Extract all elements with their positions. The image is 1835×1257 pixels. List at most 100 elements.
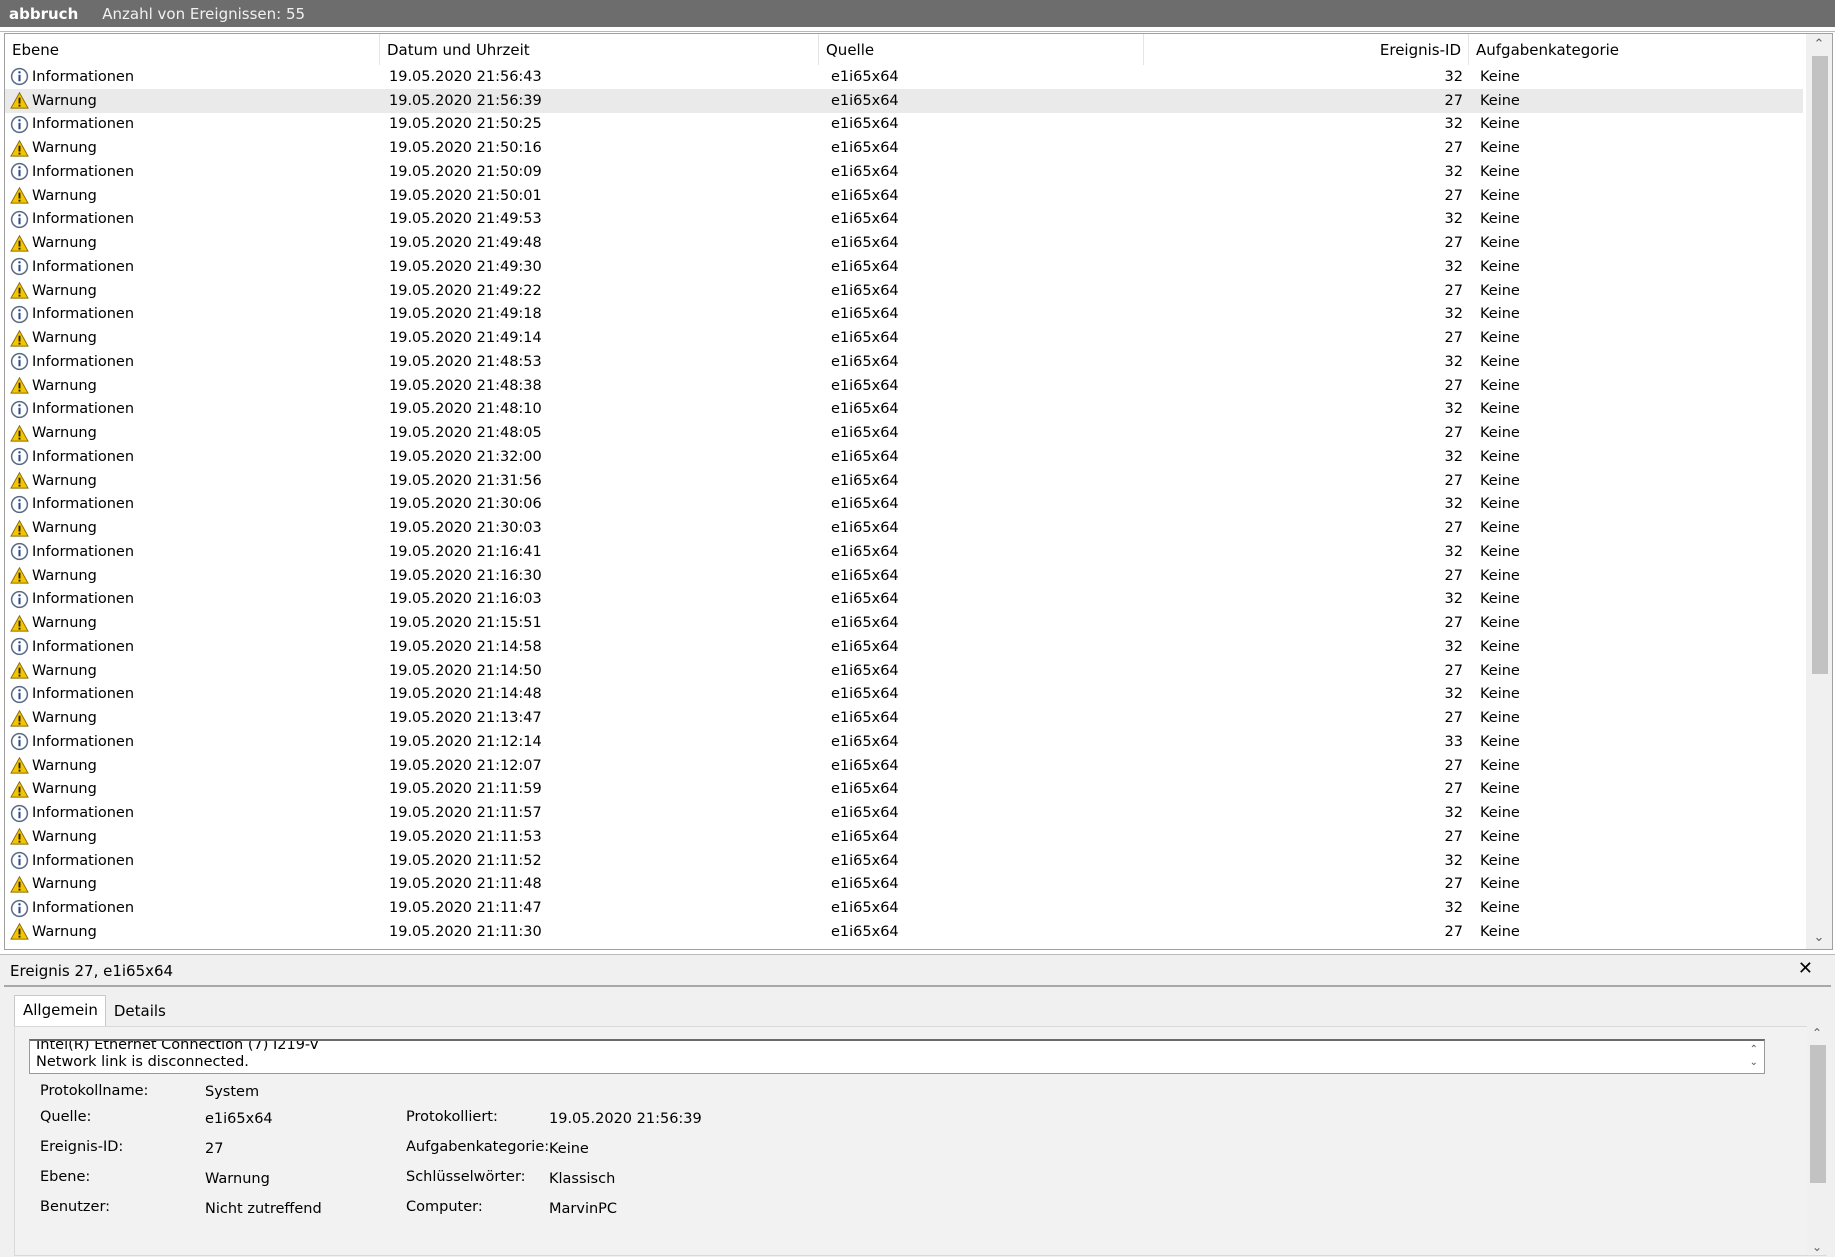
event-message-box[interactable]: Intel(R) Ethernet Connection (7) I219-V …	[29, 1039, 1765, 1074]
message-scroll-icon[interactable]: ⌃ ⌄	[1750, 1043, 1758, 1069]
cell-event-id: 27	[1444, 472, 1463, 489]
info-icon	[10, 851, 29, 870]
value-logged[interactable]: 19.05.2020 21:56:39	[549, 1111, 702, 1127]
column-header-task-category[interactable]: Aufgabenkategorie	[1469, 34, 1803, 65]
table-row[interactable]: Warnung 19.05.2020 21:49:22 e1i65x64 27 Kein…	[5, 279, 1803, 303]
cell-event-id: 32	[1444, 306, 1463, 323]
scroll-up-icon[interactable]: ⌃	[1806, 34, 1832, 56]
list-scrollbar-thumb[interactable]	[1812, 56, 1828, 674]
column-header-event-id[interactable]: Ereignis-ID	[1144, 34, 1469, 65]
table-row[interactable]: Informationen 19.05.2020 21:12:14 e1i65x64…	[5, 730, 1803, 754]
info-icon	[10, 210, 29, 229]
cell-source: e1i65x64	[831, 401, 899, 418]
level-label: Informationen	[32, 116, 135, 133]
table-row[interactable]: Warnung 19.05.2020 21:13:47 e1i65x64 27 Kein…	[5, 706, 1803, 730]
table-row[interactable]: Informationen 19.05.2020 21:30:06 e1i65x64…	[5, 493, 1803, 517]
info-icon	[10, 305, 29, 324]
cell-task-category: Keine	[1480, 662, 1520, 679]
level-label: Informationen	[32, 211, 135, 228]
cell-level: Informationen	[5, 115, 380, 134]
value-source[interactable]: e1i65x64	[205, 1111, 273, 1127]
warning-icon	[10, 875, 29, 894]
value-level[interactable]: Warnung	[205, 1171, 270, 1187]
table-row[interactable]: Informationen 19.05.2020 21:11:52 e1i65x64…	[5, 849, 1803, 873]
info-icon	[10, 732, 29, 751]
cell-date: 19.05.2020 21:14:50	[389, 662, 542, 679]
table-row[interactable]: Warnung 19.05.2020 21:48:05 e1i65x64 27 Kein…	[5, 421, 1803, 445]
warning-icon	[10, 661, 29, 680]
tab-general[interactable]: Allgemein	[14, 995, 106, 1029]
table-row[interactable]: Informationen 19.05.2020 21:14:48 e1i65x64…	[5, 683, 1803, 707]
table-row[interactable]: Informationen 19.05.2020 21:11:47 e1i65x64…	[5, 896, 1803, 920]
table-row[interactable]: Informationen 19.05.2020 21:50:25 e1i65x64…	[5, 113, 1803, 137]
details-scrollbar-thumb[interactable]	[1810, 1045, 1826, 1183]
cell-level: Warnung	[5, 281, 380, 300]
table-row[interactable]: Warnung 19.05.2020 21:50:01 e1i65x64 27 Kein…	[5, 184, 1803, 208]
cell-date: 19.05.2020 21:50:01	[389, 187, 542, 204]
scroll-down-icon[interactable]: ⌄	[1806, 927, 1832, 949]
table-row[interactable]: Warnung 19.05.2020 21:12:07 e1i65x64 27 Kein…	[5, 754, 1803, 778]
value-keywords[interactable]: Klassisch	[549, 1171, 615, 1187]
log-title: abbruch	[9, 4, 79, 23]
cell-level: Warnung	[5, 566, 380, 585]
table-row[interactable]: Informationen 19.05.2020 21:49:53 e1i65x64…	[5, 208, 1803, 232]
table-row[interactable]: Informationen 19.05.2020 21:14:58 e1i65x64…	[5, 635, 1803, 659]
value-user[interactable]: Nicht zutreffend	[205, 1201, 322, 1217]
table-row[interactable]: Warnung 19.05.2020 21:49:14 e1i65x64 27 Kein…	[5, 326, 1803, 350]
table-row[interactable]: Warnung 19.05.2020 21:11:48 e1i65x64 27 Kein…	[5, 873, 1803, 897]
cell-task-category: Keine	[1480, 425, 1520, 442]
cell-source: e1i65x64	[831, 92, 899, 109]
table-row[interactable]: Warnung 19.05.2020 21:50:16 e1i65x64 27 Kein…	[5, 136, 1803, 160]
warning-icon	[10, 329, 29, 348]
table-row[interactable]: Warnung 19.05.2020 21:11:30 e1i65x64 27 Kein…	[5, 920, 1803, 944]
level-label: Informationen	[32, 591, 135, 608]
scroll-down-icon[interactable]: ⌄	[1807, 1240, 1827, 1254]
tab-details[interactable]: Details	[106, 997, 173, 1026]
table-row[interactable]: Warnung 19.05.2020 21:30:03 e1i65x64 27 Kein…	[5, 516, 1803, 540]
event-list[interactable]: Ebene Datum und Uhrzeit Quelle Ereignis-…	[4, 33, 1833, 950]
column-header-source[interactable]: Quelle	[819, 34, 1144, 65]
title-bar: abbruch Anzahl von Ereignissen: 55	[0, 0, 1835, 27]
table-row[interactable]: Warnung 19.05.2020 21:11:53 e1i65x64 27 Kein…	[5, 825, 1803, 849]
value-log-name[interactable]: System	[205, 1084, 259, 1100]
table-row[interactable]: Warnung 19.05.2020 21:31:56 e1i65x64 27 Kein…	[5, 469, 1803, 493]
close-icon[interactable]: ✕	[1798, 958, 1813, 979]
cell-level: Warnung	[5, 614, 380, 633]
table-row[interactable]: Warnung 19.05.2020 21:56:39 e1i65x64 27 Kein…	[5, 88, 1803, 113]
info-icon	[10, 590, 29, 609]
cell-date: 19.05.2020 21:16:03	[389, 591, 542, 608]
table-row[interactable]: Informationen 19.05.2020 21:48:10 e1i65x64…	[5, 398, 1803, 422]
cell-source: e1i65x64	[831, 900, 899, 917]
column-header-date[interactable]: Datum und Uhrzeit	[380, 34, 819, 65]
column-header-level[interactable]: Ebene	[5, 34, 380, 65]
list-scrollbar[interactable]: ⌃ ⌄	[1806, 34, 1832, 949]
cell-task-category: Keine	[1480, 163, 1520, 180]
scroll-up-icon[interactable]: ⌃	[1807, 1026, 1827, 1040]
table-row[interactable]: Warnung 19.05.2020 21:16:30 e1i65x64 27 Kein…	[5, 564, 1803, 588]
table-row[interactable]: Warnung 19.05.2020 21:15:51 e1i65x64 27 Kein…	[5, 611, 1803, 635]
table-row[interactable]: Informationen 19.05.2020 21:32:00 e1i65x64…	[5, 445, 1803, 469]
table-row[interactable]: Warnung 19.05.2020 21:11:59 e1i65x64 27 Kein…	[5, 778, 1803, 802]
cell-level: Warnung	[5, 424, 380, 443]
table-row[interactable]: Informationen 19.05.2020 21:56:43 e1i65x64…	[5, 65, 1803, 89]
value-task-category[interactable]: Keine	[549, 1141, 589, 1157]
level-label: Warnung	[32, 828, 97, 845]
cell-level: Informationen	[5, 162, 380, 181]
table-row[interactable]: Informationen 19.05.2020 21:16:03 e1i65x64…	[5, 588, 1803, 612]
level-label: Warnung	[32, 662, 97, 679]
table-row[interactable]: Informationen 19.05.2020 21:48:53 e1i65x64…	[5, 350, 1803, 374]
table-row[interactable]: Warnung 19.05.2020 21:48:38 e1i65x64 27 Kein…	[5, 374, 1803, 398]
table-row[interactable]: Informationen 19.05.2020 21:16:41 e1i65x64…	[5, 540, 1803, 564]
details-scrollbar[interactable]: ⌃ ⌄	[1807, 1026, 1827, 1254]
level-label: Warnung	[32, 377, 97, 394]
value-computer[interactable]: MarvinPC	[549, 1201, 617, 1217]
table-row[interactable]: Informationen 19.05.2020 21:50:09 e1i65x64…	[5, 160, 1803, 184]
table-row[interactable]: Warnung 19.05.2020 21:14:50 e1i65x64 27 Kein…	[5, 659, 1803, 683]
table-row[interactable]: Warnung 19.05.2020 21:49:48 e1i65x64 27 Kein…	[5, 231, 1803, 255]
table-row[interactable]: Informationen 19.05.2020 21:49:18 e1i65x64…	[5, 303, 1803, 327]
table-row[interactable]: Informationen 19.05.2020 21:11:57 e1i65x64…	[5, 801, 1803, 825]
cell-source: e1i65x64	[831, 448, 899, 465]
value-event-id[interactable]: 27	[205, 1141, 223, 1157]
warning-icon	[10, 756, 29, 775]
table-row[interactable]: Informationen 19.05.2020 21:49:30 e1i65x64…	[5, 255, 1803, 279]
